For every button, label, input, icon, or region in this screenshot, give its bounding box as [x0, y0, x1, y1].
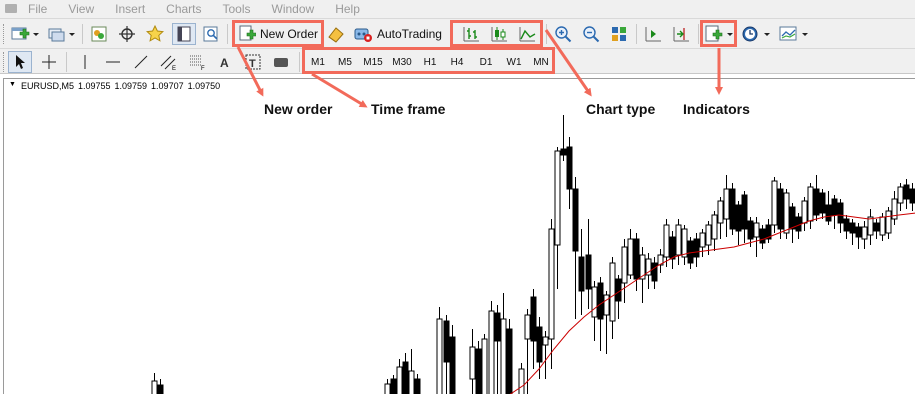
annotation-time-frame: Time frame — [371, 101, 446, 117]
menu-bar: File View Insert Charts Tools Window Hel… — [0, 0, 915, 18]
autotrading-button[interactable]: AutoTrading — [351, 23, 446, 45]
text-label-button[interactable]: T — [242, 52, 264, 72]
crosshair-icon — [42, 55, 56, 69]
zoom-in-icon — [555, 26, 572, 43]
timeframe-h1[interactable]: H1 — [418, 54, 442, 70]
timeframe-m15[interactable]: M15 — [360, 54, 386, 70]
terminal-button[interactable] — [172, 23, 196, 45]
cursor-icon — [16, 55, 25, 69]
bar-chart-button[interactable] — [460, 24, 482, 44]
periods-button[interactable] — [740, 24, 772, 44]
arrows-icon — [274, 58, 288, 67]
timeframe-d1[interactable]: D1 — [474, 54, 498, 70]
templates-button[interactable] — [778, 24, 810, 44]
annotation-indicators: Indicators — [683, 101, 750, 117]
menu-file[interactable]: File — [28, 2, 47, 16]
text-button[interactable]: A — [214, 52, 236, 72]
indicators-icon — [705, 25, 733, 42]
line-chart-icon — [519, 27, 536, 42]
line-chart-button[interactable] — [516, 24, 538, 44]
equidistant-channel-button[interactable]: E — [158, 52, 180, 72]
market-watch-icon — [91, 26, 107, 42]
svg-text:F: F — [201, 66, 205, 71]
tile-windows-button[interactable] — [608, 24, 630, 44]
text-label-icon: T — [245, 54, 261, 70]
fibonacci-button[interactable]: F — [186, 52, 208, 72]
toolbar-grip[interactable] — [3, 52, 6, 72]
fibonacci-icon: F — [190, 55, 205, 71]
chart-shift-icon — [645, 27, 661, 42]
annotation-chart-type: Chart type — [586, 101, 656, 117]
tile-windows-icon — [612, 27, 626, 41]
strategy-tester-button[interactable] — [200, 24, 222, 44]
horizontal-line-icon — [106, 61, 120, 63]
standard-toolbar: New Order AutoTrading — [0, 18, 915, 48]
timeframe-mn[interactable]: MN — [529, 54, 553, 70]
annotation-new-order: New order — [264, 101, 333, 117]
vertical-line-button[interactable] — [74, 52, 96, 72]
timeframe-m5[interactable]: M5 — [333, 54, 357, 70]
candlesticks-icon — [491, 27, 507, 42]
auto-scroll-button[interactable] — [670, 24, 692, 44]
line-studies-toolbar: E F A T M1 M5 M15 M30 H1 H4 D1 W1 MN — [0, 48, 915, 74]
candlesticks-button[interactable] — [488, 24, 510, 44]
profiles-button[interactable] — [46, 25, 76, 43]
menu-tools[interactable]: Tools — [223, 2, 251, 16]
new-chart-button[interactable] — [10, 25, 40, 43]
bar-chart-icon — [463, 27, 479, 42]
navigator-button[interactable] — [144, 24, 166, 44]
app-menu-icon[interactable] — [4, 3, 18, 15]
text-icon: A — [220, 56, 229, 70]
indicators-button[interactable] — [703, 24, 735, 44]
horizontal-line-button[interactable] — [102, 52, 124, 72]
menu-view[interactable]: View — [68, 2, 94, 16]
svg-text:T: T — [249, 58, 256, 70]
data-window-button[interactable] — [116, 24, 138, 44]
metaeditor-button[interactable] — [325, 24, 347, 44]
templates-icon — [779, 26, 808, 41]
toolbar-grip[interactable] — [3, 24, 6, 44]
autotrading-icon — [354, 28, 372, 42]
data-window-icon — [119, 26, 135, 42]
menu-help[interactable]: Help — [335, 2, 360, 16]
zoom-out-button[interactable] — [580, 24, 602, 44]
terminal-icon — [177, 26, 191, 42]
new-order-button[interactable]: New Order — [236, 23, 321, 45]
crosshair-button[interactable] — [38, 52, 60, 72]
trendline-button[interactable] — [130, 52, 152, 72]
timeframe-m1[interactable]: M1 — [306, 54, 330, 70]
navigator-icon — [146, 25, 164, 42]
menu-window[interactable]: Window — [272, 2, 315, 16]
timeframe-m30[interactable]: M30 — [389, 54, 415, 70]
auto-scroll-icon — [673, 27, 689, 42]
timeframe-h4[interactable]: H4 — [445, 54, 469, 70]
metaeditor-icon — [328, 27, 344, 43]
autotrading-label: AutoTrading — [377, 27, 442, 41]
timeframe-w1[interactable]: W1 — [502, 54, 526, 70]
zoom-out-icon — [583, 26, 600, 43]
menu-insert[interactable]: Insert — [115, 2, 145, 16]
market-watch-button[interactable] — [88, 24, 110, 44]
svg-text:E: E — [172, 66, 176, 71]
arrows-button[interactable] — [270, 52, 292, 72]
vertical-line-icon — [84, 55, 86, 69]
zoom-in-button[interactable] — [552, 24, 574, 44]
candlestick-plot — [151, 115, 915, 394]
cursor-button[interactable] — [8, 51, 32, 73]
chart-window[interactable]: ▼ EURUSD,M5 1.09755 1.09759 1.09707 1.09… — [3, 78, 915, 394]
equidistant-channel-icon: E — [160, 55, 176, 71]
periods-icon — [742, 26, 770, 42]
new-order-label: New Order — [260, 27, 319, 41]
svg-text:A: A — [220, 56, 229, 70]
strategy-tester-icon — [203, 26, 218, 42]
new-chart-icon — [11, 27, 39, 40]
chart-shift-button[interactable] — [642, 24, 664, 44]
trendline-icon — [134, 55, 148, 69]
menu-charts[interactable]: Charts — [166, 2, 201, 16]
profiles-icon — [48, 28, 75, 42]
new-order-icon — [239, 25, 256, 41]
